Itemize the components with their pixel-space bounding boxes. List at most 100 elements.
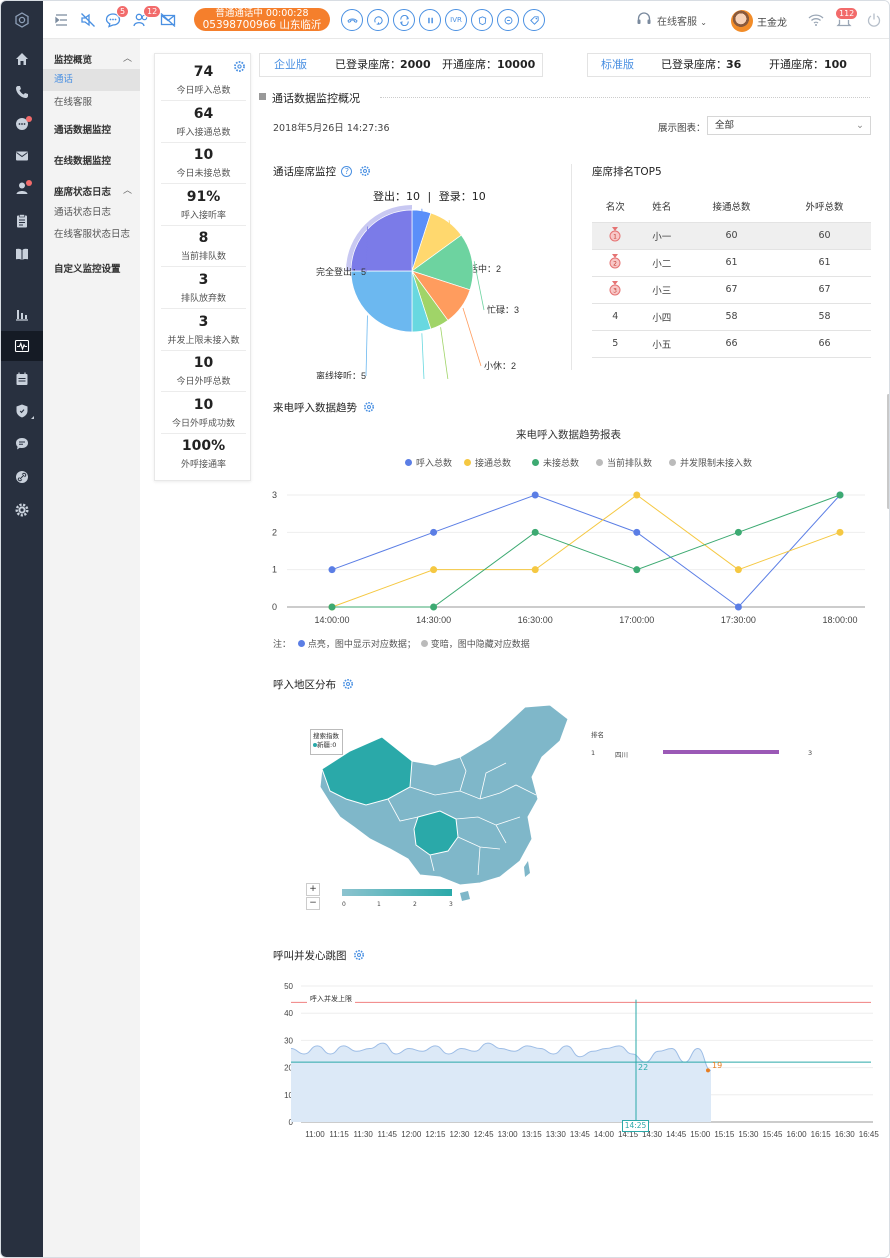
trend-y-tick: 1 [272,565,277,575]
ranking-row[interactable]: 2 小二 61 61 [592,249,871,277]
transfer-button[interactable] [367,9,389,31]
trend-legend-item[interactable]: 并发限制未接入数 [669,456,752,469]
trend-x-tick: 18:00:00 [822,615,857,625]
nav-item-call[interactable]: 通话 [43,69,140,91]
standard-edition-label[interactable]: 标准版 [601,54,634,76]
nav-item-online-service[interactable]: 在线客服 [43,92,140,114]
seat-monitor-gear-icon[interactable] [359,165,371,177]
chat-icon[interactable]: 5 [103,5,130,30]
home-icon[interactable] [1,44,43,74]
trend-point[interactable] [836,528,844,536]
trend-legend-item[interactable]: 接通总数 [464,456,511,469]
nav-item-custom-monitor-settings[interactable]: 自定义监控设置 [54,261,121,275]
nav-group-monitor-overview[interactable]: 监控概览 [54,52,92,66]
chat-bubble-icon[interactable] [1,109,43,139]
logo-icon[interactable] [1,5,43,35]
clipboard-icon[interactable] [1,206,43,236]
region-gear-icon[interactable] [342,678,354,690]
ranking-row[interactable]: 3 小三 67 67 [592,276,871,304]
chevron-down-icon: ⌄ [856,120,864,131]
trend-point[interactable] [734,566,742,574]
nav-item-call-data-monitor[interactable]: 通话数据监控 [54,122,111,136]
tag-button[interactable] [523,9,545,31]
consult-button[interactable] [393,9,415,31]
trend-point[interactable] [836,491,844,499]
trend-x-tick: 14:00:00 [314,615,349,625]
standard-logged-value: 36 [726,58,742,71]
trend-point[interactable] [734,603,742,611]
ivr-button[interactable]: IVR [445,9,467,31]
calendar-icon[interactable] [1,364,43,394]
hangup-button[interactable] [341,9,363,31]
settings-gear-icon[interactable] [1,495,43,525]
trend-point[interactable] [633,491,641,499]
mail-icon[interactable] [1,141,43,171]
pie-slice[interactable] [350,270,413,333]
china-map[interactable] [310,699,580,904]
nav-item-online-data-monitor[interactable]: 在线数据监控 [54,153,111,167]
bar-chart-icon[interactable] [1,299,43,329]
map-tooltip-title: 搜索指数 [313,732,339,740]
trend-point[interactable] [531,491,539,499]
trend-point[interactable] [430,566,438,574]
call-status-text: 普通通话中 00:00:28 [215,8,309,19]
trend-point[interactable] [633,528,641,536]
ranking-rank-cell: 4 [592,303,639,331]
satisfaction-button[interactable] [471,9,493,31]
chevron-up-icon[interactable]: ︿ [123,51,132,64]
nav-group-label: 监控概览 [54,55,93,66]
chevron-up-icon[interactable]: ︿ [123,183,132,196]
heartbeat-gear-icon[interactable] [353,949,365,961]
trend-point[interactable] [328,566,336,574]
sms-button[interactable] [497,9,519,31]
trend-legend-item[interactable]: 未接总数 [532,456,579,469]
link-icon[interactable] [1,462,43,492]
ranking-row[interactable]: 1 小一 60 60 [592,222,871,250]
stat-value: 91% [186,188,221,205]
mute-icon[interactable] [78,10,98,30]
trend-point[interactable] [633,566,641,574]
heartbeat-x-tick: 13:00 [498,1130,519,1139]
help-icon[interactable]: ? [341,166,353,177]
shield-icon[interactable] [1,396,43,426]
trend-point[interactable] [430,528,438,536]
hold-button[interactable] [419,9,441,31]
power-icon[interactable] [865,11,883,32]
nav-group-seat-status-log[interactable]: 座席状态日志 [54,184,111,198]
collapse-menu-icon[interactable] [51,10,71,30]
trend-legend-item[interactable]: 呼入总数 [405,456,452,469]
nav-item-online-service-status-log[interactable]: 在线客服状态日志 [43,224,140,246]
agent-status-dropdown[interactable]: 在线客服 ⌄ [657,13,707,28]
region-rank-value: 3 [808,749,813,757]
message-icon[interactable] [1,429,43,459]
phone-icon[interactable] [1,77,43,107]
trend-point[interactable] [430,603,438,611]
pie-slice[interactable] [350,209,413,272]
map-zoom-out-button[interactable]: − [306,897,320,910]
stat-value: 100% [181,438,226,455]
call-status-pill[interactable]: 普通通话中 00:00:28 05398700966 山东临沂 [194,8,330,31]
stat-label: 今日外呼总数 [176,377,231,388]
users-icon[interactable]: 12 [131,5,162,30]
contact-icon[interactable] [1,173,43,203]
book-icon[interactable] [1,239,43,269]
user-avatar[interactable] [731,10,753,32]
trend-point[interactable] [734,528,742,536]
nav-item-call-status-log[interactable]: 通话状态日志 [43,202,140,224]
mail-off-icon[interactable] [158,10,178,30]
ranking-row[interactable]: 4 小四 58 58 [592,303,871,331]
trend-point[interactable] [531,528,539,536]
map-zoom-in-button[interactable]: + [306,883,320,896]
trend-legend-item[interactable]: 当前排队数 [596,456,652,469]
stat-label: 今日外呼成功数 [171,418,235,429]
trend-point[interactable] [531,566,539,574]
user-name[interactable]: 王金龙 [757,14,787,29]
monitor-pulse-icon[interactable] [1,331,43,361]
heartbeat-cursor-time[interactable]: 14:25 [622,1120,649,1132]
trend-gear-icon[interactable] [363,401,375,413]
show-chart-select[interactable]: 全部 ⌄ [707,116,871,135]
map-scale-bar [342,889,452,896]
enterprise-edition-label[interactable]: 企业版 [274,54,307,76]
ranking-row[interactable]: 5 小五 66 66 [592,330,871,358]
trend-point[interactable] [328,603,336,611]
